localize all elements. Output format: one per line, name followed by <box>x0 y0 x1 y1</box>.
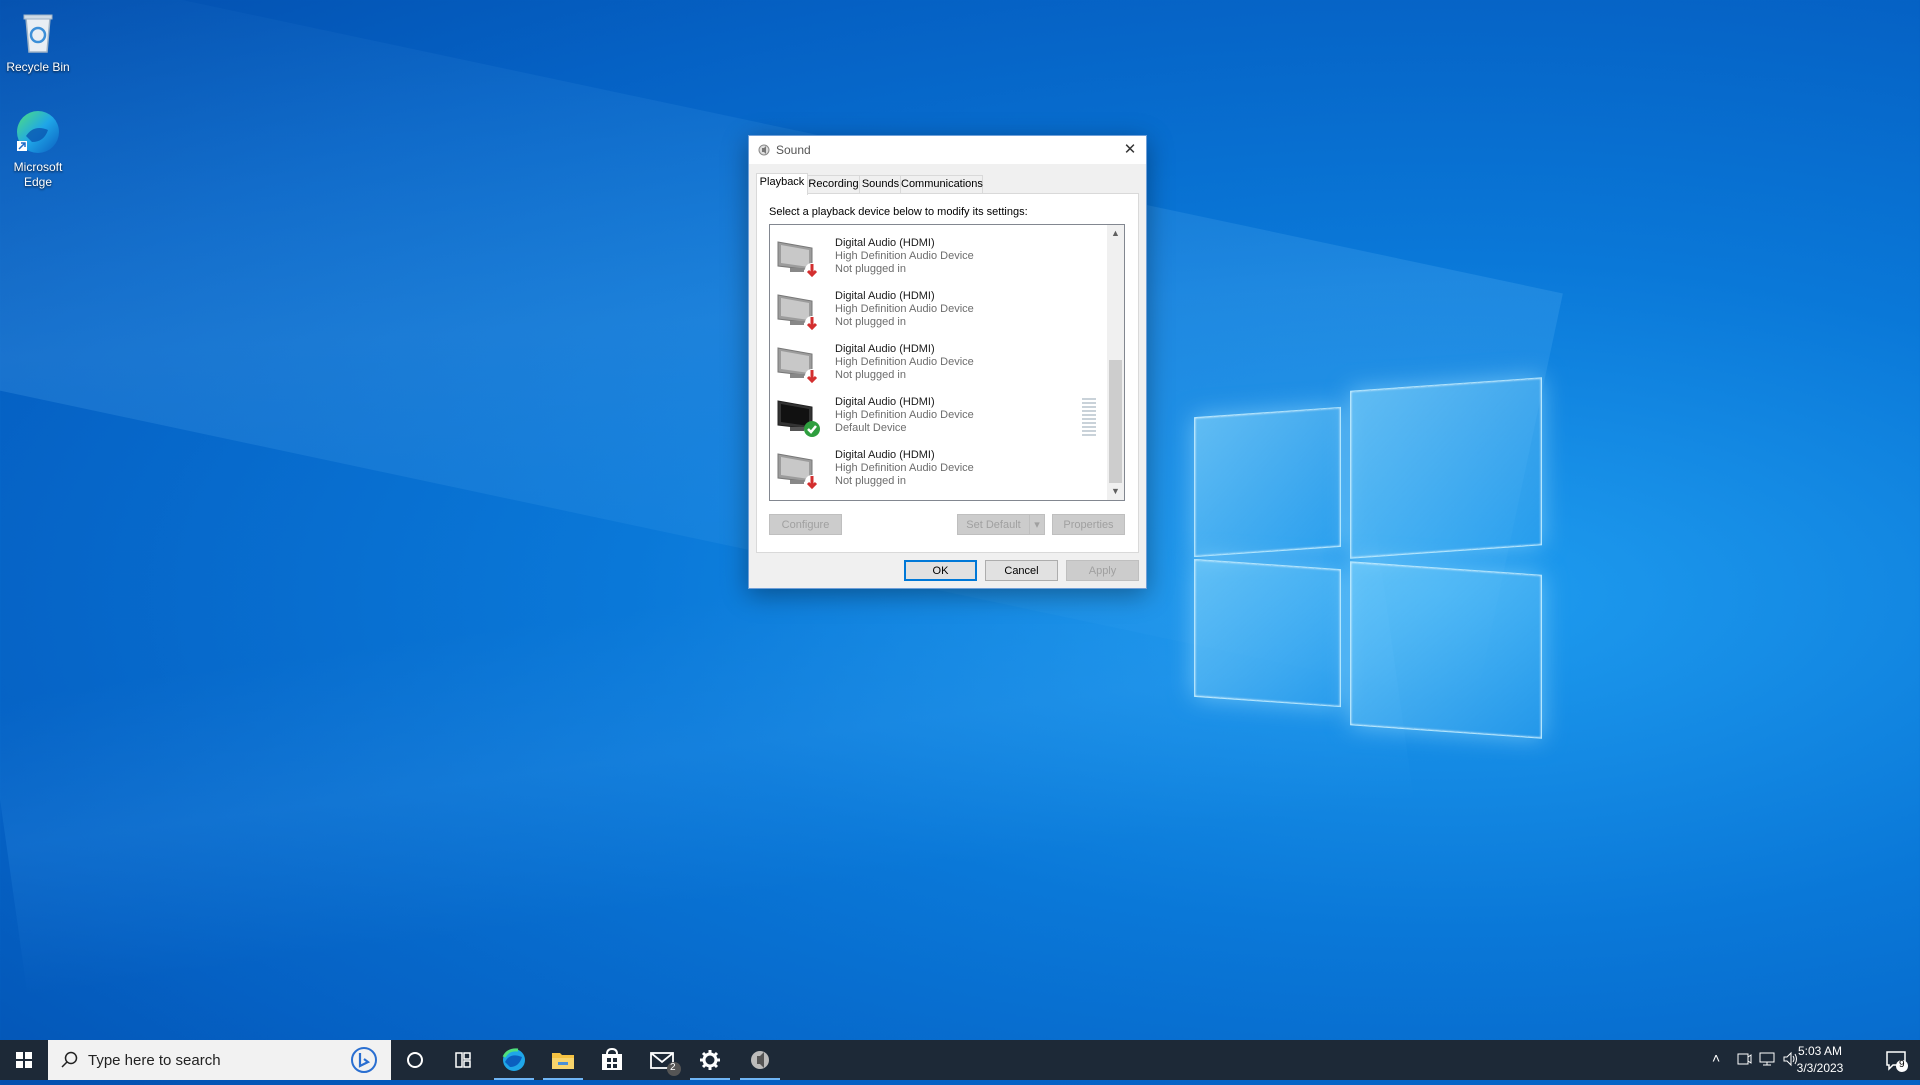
device-list[interactable]: Digital Audio (HDMI) High Definition Aud… <box>769 224 1125 501</box>
desktop-icon-label: Microsoft Edge <box>13 160 63 189</box>
monitor-unplugged-icon <box>776 289 819 331</box>
device-driver: High Definition Audio Device <box>835 356 974 368</box>
desktop-icon-edge[interactable]: Microsoft Edge <box>0 108 76 190</box>
tab-sounds[interactable]: Sounds <box>859 175 902 193</box>
device-item[interactable]: Digital Audio (HDMI) High Definition Aud… <box>770 283 1106 336</box>
taskbar: Type here to search 2 ˄ 5:03 AM 3/3/2023… <box>0 1040 1920 1080</box>
taskbar-app-mail[interactable]: 2 <box>639 1040 687 1080</box>
search-icon <box>60 1050 80 1075</box>
close-icon[interactable]: ✕ <box>1114 136 1146 164</box>
taskbar-search-box[interactable]: Type here to search <box>48 1040 391 1080</box>
device-name: Digital Audio (HDMI) <box>835 237 935 249</box>
device-status: Not plugged in <box>835 369 906 381</box>
scroll-up-arrow-icon[interactable]: ▲ <box>1107 225 1124 242</box>
taskbar-app-sound[interactable] <box>736 1040 784 1080</box>
set-default-dropdown[interactable]: ▾ <box>1029 514 1045 535</box>
device-name: Digital Audio (HDMI) <box>835 449 935 461</box>
taskbar-app-store[interactable] <box>588 1040 636 1080</box>
search-placeholder: Type here to search <box>88 1052 221 1069</box>
playback-panel: Select a playback device below to modify… <box>756 193 1139 553</box>
taskbar-app-file-explorer[interactable] <box>539 1040 587 1080</box>
monitor-unplugged-icon <box>776 448 819 490</box>
monitor-default-icon <box>776 395 820 437</box>
vertical-scrollbar[interactable]: ▲ ▼ <box>1107 225 1124 500</box>
notification-count: 9 <box>1899 1059 1905 1070</box>
store-icon <box>602 1047 622 1070</box>
tab-recording[interactable]: Recording <box>806 175 861 193</box>
mail-badge: 2 <box>670 1062 676 1073</box>
scrollbar-thumb[interactable] <box>1109 360 1122 483</box>
set-default-button[interactable]: Set Default <box>957 514 1030 535</box>
device-name: Digital Audio (HDMI) <box>835 290 935 302</box>
device-driver: High Definition Audio Device <box>835 303 974 315</box>
device-status: Not plugged in <box>835 316 906 328</box>
device-status: Not plugged in <box>835 263 906 275</box>
device-status: Not plugged in <box>835 475 906 487</box>
speaker-icon <box>758 144 770 156</box>
chevron-down-icon: ▾ <box>1034 519 1040 531</box>
dialog-titlebar[interactable]: Sound ✕ <box>749 136 1146 164</box>
device-item[interactable]: Digital Audio (HDMI) High Definition Aud… <box>770 336 1106 389</box>
device-driver: High Definition Audio Device <box>835 462 974 474</box>
device-driver: High Definition Audio Device <box>835 409 974 421</box>
tab-playback[interactable]: Playback <box>756 173 808 195</box>
ok-button[interactable]: OK <box>904 560 977 581</box>
instruction-text: Select a playback device below to modify… <box>769 206 1028 218</box>
action-center-button[interactable]: 9 <box>1884 1048 1908 1072</box>
monitor-unplugged-icon <box>776 236 819 278</box>
mail-icon <box>650 1052 681 1076</box>
edge-icon <box>14 108 62 156</box>
network-icon[interactable] <box>1758 1051 1776 1070</box>
device-name: Digital Audio (HDMI) <box>835 343 935 355</box>
cancel-button[interactable]: Cancel <box>985 560 1058 581</box>
bing-icon[interactable] <box>350 1046 378 1079</box>
device-driver: High Definition Audio Device <box>835 250 974 262</box>
start-button[interactable] <box>0 1040 48 1080</box>
edge-icon <box>502 1048 525 1071</box>
file-explorer-icon <box>552 1053 574 1069</box>
cortana-button[interactable] <box>391 1040 439 1080</box>
taskbar-clock[interactable]: 5:03 AM 3/3/2023 <box>1790 1043 1850 1077</box>
scroll-down-arrow-icon[interactable]: ▼ <box>1107 483 1124 500</box>
task-view-button[interactable] <box>439 1040 487 1080</box>
apply-button[interactable]: Apply <box>1066 560 1139 581</box>
settings-icon <box>700 1050 720 1070</box>
windows-logo-wallpaper <box>1194 377 1542 739</box>
windows-start-icon <box>16 1052 32 1068</box>
device-name: Digital Audio (HDMI) <box>835 396 935 408</box>
clock-date: 3/3/2023 <box>1796 1061 1844 1075</box>
device-item-default[interactable]: Digital Audio (HDMI) High Definition Aud… <box>770 389 1106 442</box>
configure-button[interactable]: Configure <box>769 514 842 535</box>
clock-time: 5:03 AM <box>1797 1044 1843 1058</box>
device-status: Default Device <box>835 422 907 434</box>
chevron-up-icon[interactable]: ˄ <box>1712 1050 1720 1066</box>
meet-now-icon[interactable] <box>1736 1051 1752 1070</box>
dialog-title: Sound <box>776 143 811 157</box>
volume-level-meter <box>1082 398 1096 436</box>
taskbar-app-settings[interactable] <box>686 1040 734 1080</box>
cortana-icon <box>407 1052 423 1068</box>
recycle-bin-icon <box>14 8 62 56</box>
properties-button[interactable]: Properties <box>1052 514 1125 535</box>
tab-communications[interactable]: Communications <box>900 175 983 193</box>
monitor-unplugged-icon <box>776 342 819 384</box>
taskbar-app-edge[interactable] <box>490 1040 538 1080</box>
desktop-icon-recycle-bin[interactable]: Recycle Bin <box>0 8 76 75</box>
sound-dialog: Sound ✕ Playback Recording Sounds Commun… <box>748 135 1147 589</box>
device-item[interactable]: Digital Audio (HDMI) High Definition Aud… <box>770 442 1106 495</box>
device-item[interactable]: Digital Audio (HDMI) High Definition Aud… <box>770 230 1106 283</box>
desktop-icon-label: Recycle Bin <box>6 60 70 74</box>
task-view-icon <box>455 1052 471 1068</box>
sound-icon <box>751 1051 769 1069</box>
